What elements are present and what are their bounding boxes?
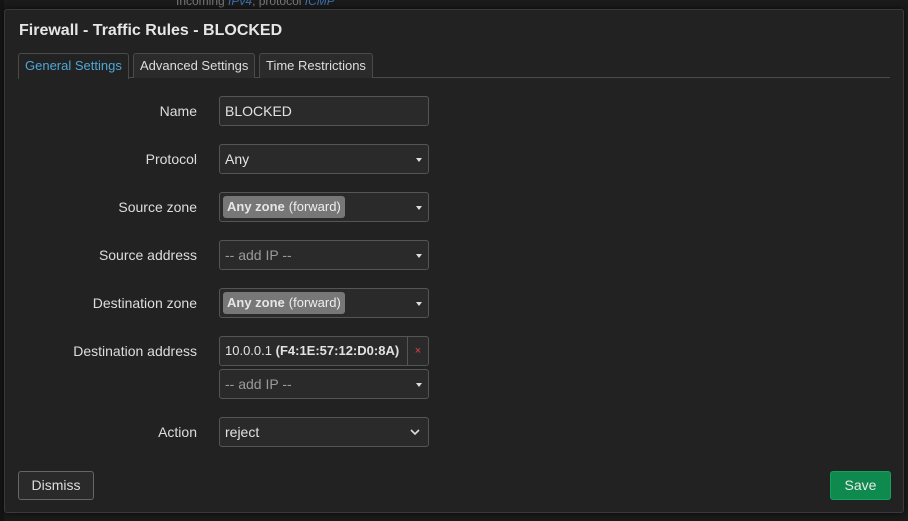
- destination-zone-name: Any zone: [227, 295, 285, 310]
- row-action: Action reject: [5, 417, 903, 447]
- source-zone-direction: (forward): [288, 199, 341, 214]
- source-address-label: Source address: [98, 247, 197, 263]
- protocol-value: Any: [225, 151, 250, 167]
- background-text: Incoming: [176, 0, 225, 8]
- background-text-mid: , protocol: [252, 0, 302, 8]
- row-destination-address-add: -- add IP --: [5, 369, 903, 399]
- destination-address-select[interactable]: -- add IP --: [219, 369, 429, 399]
- tab-advanced-settings[interactable]: Advanced Settings: [133, 53, 256, 78]
- name-input[interactable]: BLOCKED: [219, 96, 429, 126]
- source-zone-label: Source zone: [118, 199, 197, 215]
- traffic-rule-modal: Firewall - Traffic Rules - BLOCKED Gener…: [4, 9, 904, 513]
- action-value: reject: [225, 424, 260, 440]
- destination-address-placeholder: -- add IP --: [225, 376, 292, 392]
- background-rule-description: Incoming IPv4, protocol ICMP: [176, 0, 335, 8]
- remove-destination-button[interactable]: ×: [407, 336, 429, 366]
- destination-mac: (F4:1E:57:12:D0:8A): [275, 343, 400, 358]
- destination-zone-label: Destination zone: [92, 295, 197, 311]
- destination-zone-badge: Any zone (forward): [223, 292, 345, 314]
- action-label: Action: [158, 424, 197, 440]
- destination-zone-direction: (forward): [288, 295, 341, 310]
- destination-ip: 10.0.0.1: [225, 343, 272, 358]
- source-zone-badge: Any zone (forward): [223, 196, 345, 218]
- name-label: Name: [159, 103, 197, 119]
- row-destination-zone: Destination zone Any zone (forward): [5, 288, 903, 318]
- tab-bar: General Settings Advanced Settings Time …: [18, 53, 890, 79]
- source-zone-select[interactable]: Any zone (forward): [219, 192, 429, 222]
- modal-title: Firewall - Traffic Rules - BLOCKED: [19, 22, 283, 39]
- row-source-zone: Source zone Any zone (forward): [5, 192, 903, 222]
- source-address-placeholder: -- add IP --: [225, 247, 292, 263]
- tab-general-settings[interactable]: General Settings: [18, 53, 129, 79]
- source-zone-name: Any zone: [227, 199, 285, 214]
- save-button[interactable]: Save: [830, 471, 891, 500]
- protocol-select[interactable]: Any: [219, 144, 429, 174]
- destination-zone-select[interactable]: Any zone (forward): [219, 288, 429, 318]
- source-address-select[interactable]: -- add IP --: [219, 240, 429, 270]
- destination-address-entry: 10.0.0.1 (F4:1E:57:12:D0:8A): [219, 336, 408, 366]
- row-protocol: Protocol Any: [5, 144, 903, 174]
- destination-address-label: Destination address: [73, 343, 197, 359]
- protocol-label: Protocol: [145, 151, 197, 167]
- row-source-address: Source address -- add IP --: [5, 240, 903, 270]
- background-link-icmp[interactable]: ICMP: [305, 0, 335, 8]
- background-link-ipv4[interactable]: IPv4: [228, 0, 252, 8]
- chevron-down-icon: [410, 429, 420, 436]
- action-select[interactable]: reject: [219, 417, 429, 447]
- row-name: Name BLOCKED: [5, 96, 903, 126]
- row-destination-address: Destination address 10.0.0.1 (F4:1E:57:1…: [5, 336, 903, 366]
- tab-time-restrictions[interactable]: Time Restrictions: [259, 53, 373, 78]
- dismiss-button[interactable]: Dismiss: [18, 471, 94, 500]
